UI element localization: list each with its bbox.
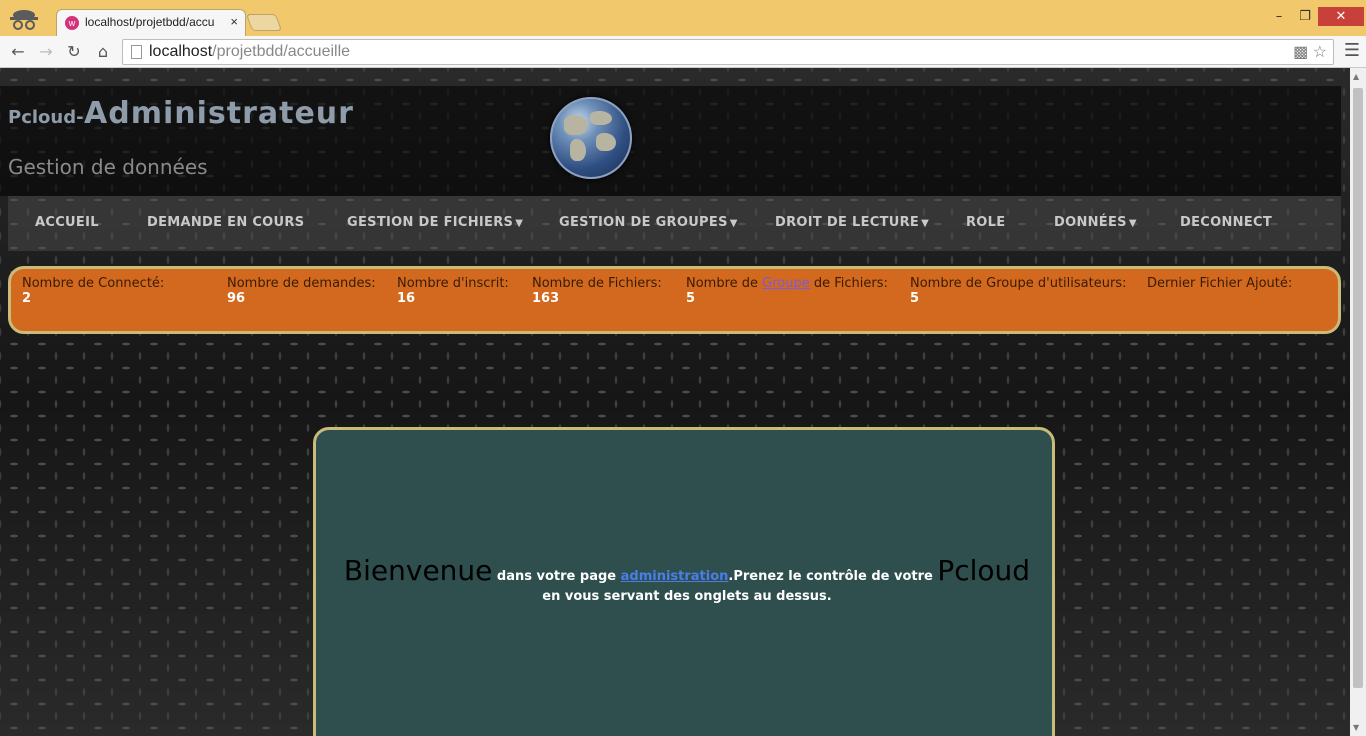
caret-down-icon: ▼ bbox=[515, 218, 524, 229]
forward-arrow-icon[interactable]: → bbox=[34, 40, 58, 64]
nav-label: DROIT DE LECTURE bbox=[775, 215, 920, 230]
administration-link[interactable]: administration bbox=[621, 569, 729, 584]
welcome-big-word: Bienvenue bbox=[343, 554, 493, 587]
stat-label: Nombre de Groupe de Fichiers: bbox=[686, 276, 888, 291]
stat-label: Nombre de Fichiers: bbox=[532, 276, 662, 291]
welcome-message: Bienvenue dans votre page administration… bbox=[336, 554, 1038, 606]
site-title-main: Administrateur bbox=[84, 96, 354, 131]
welcome-text: .Prenez le contrôle de votre bbox=[728, 569, 938, 584]
back-arrow-icon[interactable]: ← bbox=[6, 40, 30, 64]
caret-down-icon: ▼ bbox=[1128, 218, 1137, 229]
nav-label: GESTION DE FICHIERS bbox=[347, 215, 514, 230]
stat-connected: Nombre de Connecté: 2 bbox=[22, 276, 164, 306]
welcome-text: dans votre page bbox=[492, 569, 621, 584]
nav-role[interactable]: ROLE bbox=[966, 215, 1005, 230]
page-scrollbar[interactable]: ▲ ▼ bbox=[1350, 68, 1366, 736]
tab-title: localhost/projetbdd/accu bbox=[85, 15, 215, 29]
address-bar[interactable]: localhost/projetbdd/accueille ▩ ☆ bbox=[122, 39, 1334, 65]
nav-accueil[interactable]: ACCUEIL bbox=[35, 215, 99, 230]
main-navigation: ACCUEIL DEMANDE EN COURS GESTION DE FICH… bbox=[8, 196, 1341, 251]
tab-close-icon[interactable]: × bbox=[230, 14, 238, 29]
address-path: /projetbdd/accueille bbox=[212, 43, 351, 60]
nav-label: DEMANDE EN COURS bbox=[147, 215, 305, 230]
site-subtitle: Gestion de données bbox=[8, 155, 208, 179]
browser-titlebar: w localhost/projetbdd/accu × – ❐ ✕ bbox=[0, 0, 1366, 36]
stat-file-groups: Nombre de Groupe de Fichiers: 5 bbox=[686, 276, 888, 306]
scroll-up-icon[interactable]: ▲ bbox=[1353, 72, 1359, 81]
stat-registered: Nombre d'inscrit: 16 bbox=[397, 276, 509, 306]
stat-value: 2 bbox=[22, 291, 32, 306]
browser-toolbar: ← → ↻ ⌂ localhost/projetbdd/accueille ▩ … bbox=[0, 36, 1366, 68]
stat-files: Nombre de Fichiers: 163 bbox=[532, 276, 662, 306]
welcome-text: en vous servant des onglets au dessus. bbox=[542, 589, 832, 604]
nav-gestion-de-groupes[interactable]: GESTION DE GROUPES ▼ bbox=[559, 215, 738, 230]
translate-icon[interactable]: ▩ bbox=[1293, 44, 1308, 61]
stat-label: Nombre d'inscrit: bbox=[397, 276, 509, 291]
home-icon[interactable]: ⌂ bbox=[91, 40, 115, 64]
window-close-button[interactable]: ✕ bbox=[1318, 7, 1364, 26]
groupe-link[interactable]: Groupe bbox=[762, 276, 810, 291]
stat-label-text: Nombre de bbox=[686, 276, 763, 291]
wamp-favicon-icon: w bbox=[65, 16, 79, 30]
stat-label: Dernier Fichier Ajouté: bbox=[1147, 276, 1293, 291]
nav-label: DECONNECT bbox=[1180, 215, 1273, 230]
scroll-thumb[interactable] bbox=[1353, 88, 1363, 688]
nav-droit-de-lecture[interactable]: DROIT DE LECTURE ▼ bbox=[775, 215, 929, 230]
nav-label: ROLE bbox=[966, 215, 1006, 230]
stat-label: Nombre de Groupe d'utilisateurs: bbox=[910, 276, 1127, 291]
nav-label: GESTION DE GROUPES bbox=[559, 215, 728, 230]
stat-value: 163 bbox=[532, 291, 560, 306]
stat-requests: Nombre de demandes: 96 bbox=[227, 276, 376, 306]
page-content: Pcloud- Administrateur Gestion de donnée… bbox=[0, 68, 1350, 736]
stat-value: 5 bbox=[686, 291, 696, 306]
reload-icon[interactable]: ↻ bbox=[62, 40, 86, 64]
stat-last-file: Dernier Fichier Ajouté: bbox=[1147, 276, 1292, 291]
browser-tab[interactable]: w localhost/projetbdd/accu × bbox=[56, 9, 246, 36]
star-icon[interactable]: ☆ bbox=[1313, 44, 1327, 61]
stat-user-groups: Nombre de Groupe d'utilisateurs: 5 bbox=[910, 276, 1126, 306]
stat-value: 16 bbox=[397, 291, 416, 306]
stat-label: Nombre de demandes: bbox=[227, 276, 376, 291]
caret-down-icon: ▼ bbox=[729, 218, 738, 229]
stats-panel: Nombre de Connecté: 2 Nombre de demandes… bbox=[8, 266, 1341, 334]
menu-icon[interactable]: ☰ bbox=[1344, 40, 1360, 61]
welcome-panel: Bienvenue dans votre page administration… bbox=[313, 427, 1055, 736]
stat-label-text: de Fichiers: bbox=[809, 276, 888, 291]
caret-down-icon: ▼ bbox=[921, 218, 930, 229]
nav-label: ACCUEIL bbox=[35, 215, 99, 230]
nav-donnees[interactable]: DONNÉES ▼ bbox=[1054, 215, 1137, 230]
page-icon bbox=[131, 45, 142, 59]
new-tab-button[interactable] bbox=[245, 14, 283, 31]
address-host: localhost bbox=[149, 43, 213, 60]
incognito-icon bbox=[10, 10, 38, 30]
nav-deconnect[interactable]: DECONNECT bbox=[1180, 215, 1272, 230]
welcome-brand-word: Pcloud bbox=[937, 554, 1031, 587]
stat-value: 5 bbox=[910, 291, 920, 306]
nav-demande-en-cours[interactable]: DEMANDE EN COURS bbox=[147, 215, 304, 230]
scroll-down-icon[interactable]: ▼ bbox=[1353, 723, 1359, 732]
site-title-prefix: Pcloud- bbox=[8, 107, 84, 128]
nav-label: DONNÉES bbox=[1054, 215, 1127, 230]
window-restore-button[interactable]: ❐ bbox=[1292, 7, 1318, 26]
window-minimize-button[interactable]: – bbox=[1266, 7, 1292, 26]
stat-value: 96 bbox=[227, 291, 246, 306]
stat-label: Nombre de Connecté: bbox=[22, 276, 165, 291]
nav-gestion-de-fichiers[interactable]: GESTION DE FICHIERS ▼ bbox=[347, 215, 523, 230]
globe-icon bbox=[550, 97, 632, 179]
